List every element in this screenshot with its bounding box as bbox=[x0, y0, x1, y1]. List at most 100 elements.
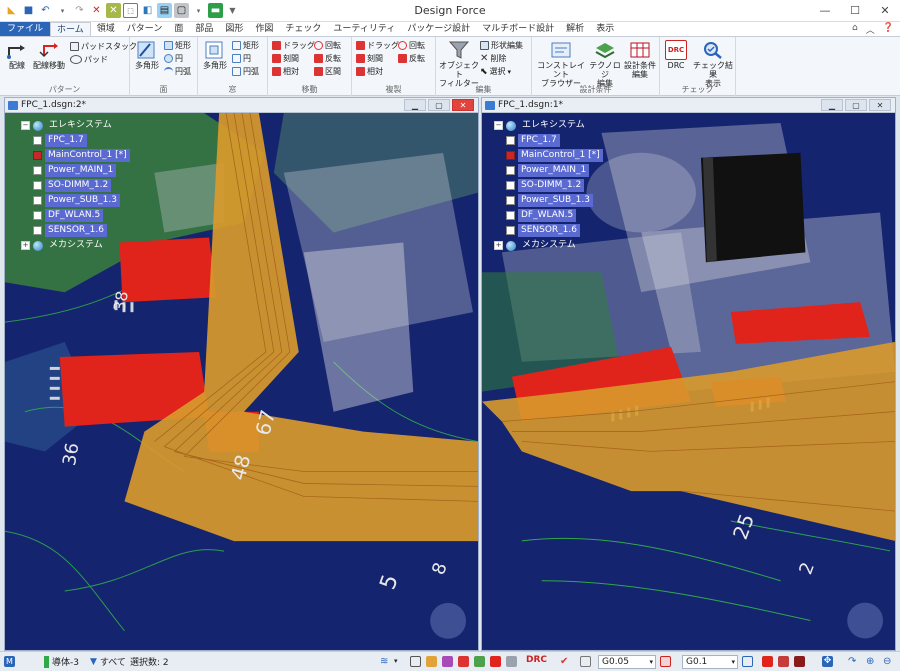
redo-icon[interactable]: ↷ bbox=[72, 3, 87, 18]
component-icon[interactable] bbox=[490, 656, 501, 667]
tree-item[interactable]: Power_SUB_1.3 bbox=[21, 193, 130, 208]
grid-select-primary[interactable]: G0.05 ▾ bbox=[598, 655, 656, 669]
measure-icon[interactable] bbox=[742, 656, 753, 667]
object-filter-button[interactable]: オブジェクト フィルター bbox=[438, 40, 480, 88]
collapse-ribbon-icon[interactable]: ︿ bbox=[866, 23, 875, 36]
copy-drag-button[interactable]: ドラッグ bbox=[356, 40, 399, 51]
panel-maximize-button[interactable]: ▢ bbox=[845, 99, 867, 111]
tree-item[interactable]: Power_MAIN_1 bbox=[494, 163, 603, 178]
layer-indicator[interactable]: 導体-3 bbox=[44, 655, 79, 668]
tree-root-electrical[interactable]: − エレキシステム bbox=[494, 118, 603, 133]
palette-icon[interactable] bbox=[426, 656, 437, 667]
delete-button[interactable]: ✕ 削除 bbox=[480, 53, 506, 64]
display3-icon[interactable] bbox=[794, 656, 805, 667]
check-result-button[interactable]: チェック結果 表示 bbox=[690, 40, 736, 88]
customize-icon[interactable]: ▼ bbox=[225, 3, 240, 18]
tree-root-electrical[interactable]: − エレキシステム bbox=[21, 118, 130, 133]
pad-stack-button[interactable]: パッドスタック bbox=[70, 41, 137, 52]
tree-item[interactable]: Power_MAIN_1 bbox=[21, 163, 130, 178]
tree-item[interactable]: SO-DIMM_1.2 bbox=[21, 178, 130, 193]
tree-item[interactable]: DF_WLAN.5 bbox=[21, 208, 130, 223]
design-view-right[interactable]: FPC_1.dsgn:1* ▁ ▢ ✕ 25 2 − エレキシステム FPC_1… bbox=[481, 97, 896, 651]
move-drag-button[interactable]: ドラッグ bbox=[272, 40, 315, 51]
tree-item[interactable]: FPC_1.7 bbox=[494, 133, 603, 148]
tree-item[interactable]: SENSOR_1.6 bbox=[494, 223, 603, 238]
net-icon[interactable] bbox=[458, 656, 469, 667]
layer-icon[interactable]: ▤ bbox=[157, 3, 172, 18]
zoom-window-icon[interactable]: ⬚ bbox=[123, 3, 138, 18]
drc-button[interactable]: DRC DRC bbox=[662, 40, 690, 70]
panel-minimize-button[interactable]: ▁ bbox=[404, 99, 426, 111]
move-rotate-button[interactable]: 回転 bbox=[314, 40, 341, 51]
mode-icon[interactable]: M bbox=[4, 656, 15, 667]
move-interval-button[interactable]: 刻間 bbox=[272, 53, 299, 64]
zoom-in-icon[interactable]: ⊕ bbox=[866, 656, 877, 667]
undo-icon[interactable]: ↶ bbox=[38, 3, 53, 18]
move-section-button[interactable]: 区間 bbox=[314, 66, 341, 77]
maximize-button[interactable]: ☐ bbox=[840, 0, 870, 21]
wiring-move-button[interactable]: 配線移動 bbox=[30, 40, 68, 70]
save-icon[interactable]: ■ bbox=[21, 3, 36, 18]
tree-item[interactable]: DF_WLAN.5 bbox=[494, 208, 603, 223]
tree-item[interactable]: MainControl_1 [*] bbox=[494, 148, 603, 163]
tab-region[interactable]: 領域 bbox=[91, 22, 121, 36]
copy-rotate-button[interactable]: 回転 bbox=[398, 40, 425, 51]
window-rect-button[interactable]: 矩形 bbox=[232, 40, 259, 51]
design-view-left[interactable]: FPC_1.dsgn:2* ▁ ▢ ✕ 67 48 38 36 5 8 − エレ… bbox=[4, 97, 479, 651]
move-view-icon[interactable]: ✥ bbox=[822, 656, 833, 667]
cursor-snap-icon[interactable] bbox=[660, 656, 671, 667]
snap-icon[interactable] bbox=[580, 656, 591, 667]
tab-pattern[interactable]: パターン bbox=[121, 22, 169, 36]
window-arc-button[interactable]: 円弧 bbox=[232, 66, 259, 77]
panel-close-button[interactable]: ✕ bbox=[869, 99, 891, 111]
rotate-view-icon[interactable]: ↷ bbox=[848, 656, 859, 667]
tree-item[interactable]: FPC_1.7 bbox=[21, 133, 130, 148]
pad-button[interactable]: パッド bbox=[70, 54, 108, 65]
check-icon[interactable]: ✔ bbox=[560, 656, 571, 667]
expand-icon[interactable]: + bbox=[21, 241, 30, 250]
tab-shape[interactable]: 図形 bbox=[219, 22, 249, 36]
board-icon[interactable] bbox=[474, 656, 485, 667]
tab-check[interactable]: チェック bbox=[279, 22, 327, 36]
tree-item[interactable]: SENSOR_1.6 bbox=[21, 223, 130, 238]
close-button[interactable]: ✕ bbox=[870, 0, 900, 21]
copy-relative-button[interactable]: 相対 bbox=[356, 66, 383, 77]
shape-edit-button[interactable]: 形状編集 bbox=[480, 40, 523, 51]
panel-minimize-button[interactable]: ▁ bbox=[821, 99, 843, 111]
move-flip-button[interactable]: 反転 bbox=[314, 53, 341, 64]
grid-icon[interactable] bbox=[410, 656, 421, 667]
surface-circle-button[interactable]: 円 bbox=[164, 53, 183, 64]
tab-multiboard-design[interactable]: マルチボード設計 bbox=[476, 22, 560, 36]
dropdown-icon[interactable]: ▾ bbox=[55, 3, 70, 18]
copy-interval-button[interactable]: 刻間 bbox=[356, 53, 383, 64]
chevron-down-icon[interactable]: ▾ bbox=[394, 656, 405, 667]
app-logo-icon[interactable]: ◣ bbox=[4, 3, 19, 18]
tree-root-mechanical[interactable]: + メカシステム bbox=[494, 238, 603, 253]
select-all-icon[interactable]: ✕ bbox=[106, 3, 121, 18]
surface-polygon-button[interactable]: 多角形 bbox=[132, 40, 162, 70]
tab-analysis[interactable]: 解析 bbox=[560, 22, 590, 36]
minimize-button[interactable]: — bbox=[810, 0, 840, 21]
tab-utility[interactable]: ユーティリティ bbox=[327, 22, 401, 36]
surface-arc-button[interactable]: 円弧 bbox=[164, 66, 191, 77]
technology-edit-button[interactable]: テクノロジ 編集 bbox=[588, 40, 622, 88]
tree-item[interactable]: Power_SUB_1.3 bbox=[494, 193, 603, 208]
display2-icon[interactable] bbox=[778, 656, 789, 667]
home-icon[interactable]: ⌂ bbox=[852, 23, 858, 36]
tree-item[interactable]: SO-DIMM_1.2 bbox=[494, 178, 603, 193]
help-icon[interactable]: ❓ bbox=[883, 23, 894, 36]
grid-select-secondary[interactable]: G0.1 ▾ bbox=[682, 655, 738, 669]
layer-stack-icon[interactable] bbox=[506, 656, 517, 667]
surface-rect-button[interactable]: 矩形 bbox=[164, 40, 191, 51]
tab-drawing[interactable]: 作図 bbox=[249, 22, 279, 36]
highlight-icon[interactable]: ▢ bbox=[174, 3, 189, 18]
window-circle-button[interactable]: 円 bbox=[232, 53, 251, 64]
copy-flip-button[interactable]: 反転 bbox=[398, 53, 425, 64]
tab-home[interactable]: ホーム bbox=[50, 22, 91, 36]
select-button[interactable]: ⬉ 選択 ▾ bbox=[480, 66, 511, 77]
move-relative-button[interactable]: 相対 bbox=[272, 66, 299, 77]
tree-root-mechanical[interactable]: + メカシステム bbox=[21, 238, 130, 253]
panel-close-button[interactable]: ✕ bbox=[452, 99, 474, 111]
fit-view-icon[interactable]: ◧ bbox=[140, 3, 155, 18]
tab-view[interactable]: 表示 bbox=[590, 22, 620, 36]
